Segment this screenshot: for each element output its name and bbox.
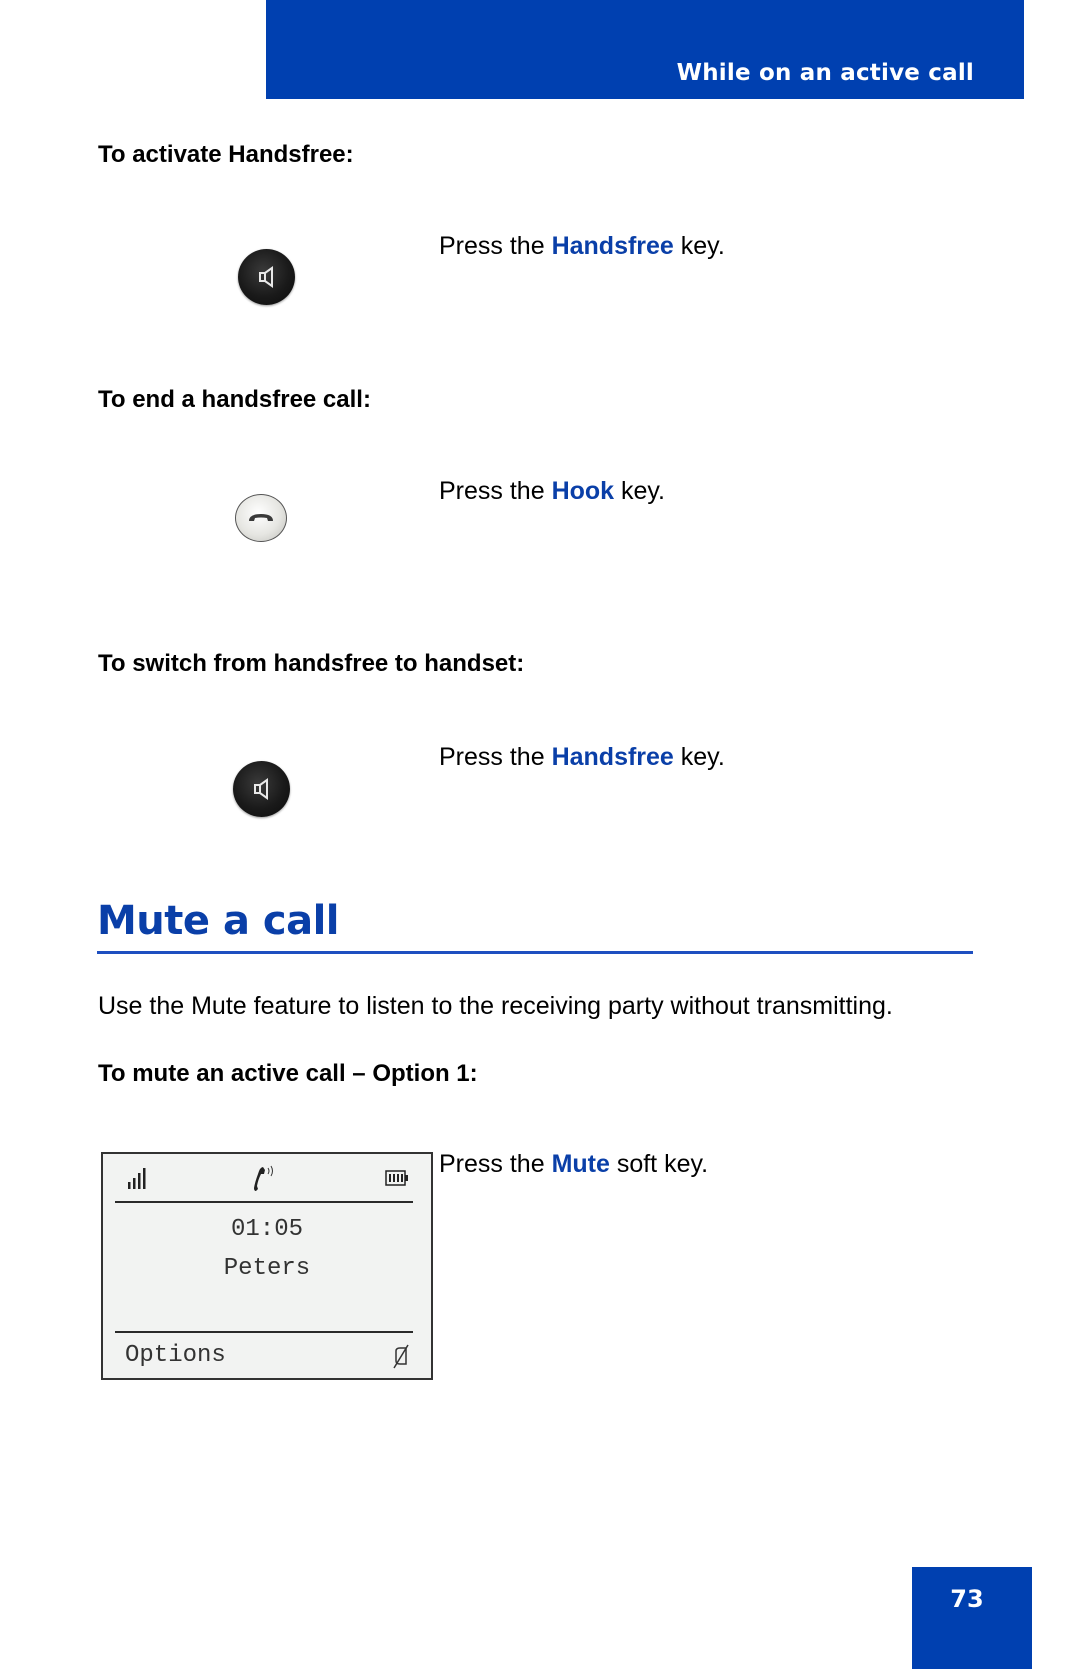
chapter-title: While on an active call <box>676 60 974 86</box>
instruction-text: Press the <box>439 477 552 505</box>
softkey-options[interactable]: Options <box>125 1342 226 1369</box>
speaker-icon <box>258 266 273 288</box>
page-number: 73 <box>950 1585 984 1613</box>
section-description: Use the Mute feature to listen to the re… <box>98 992 893 1020</box>
phone-display-screen: 01:05 Peters Options <box>101 1152 433 1380</box>
instruction-text: soft key. <box>609 1150 709 1178</box>
step-heading-mute-option-1: To mute an active call – Option 1: <box>98 1060 478 1087</box>
instruction-text: key. <box>614 477 666 505</box>
instruction-text: key. <box>673 743 725 771</box>
instruction-activate-handsfree: Press the Handsfree key. <box>439 232 725 261</box>
step-heading-end-handsfree: To end a handsfree call: <box>98 386 371 413</box>
battery-icon <box>385 1170 408 1186</box>
display-bottom-rule <box>115 1331 413 1333</box>
chapter-header-band: While on an active call <box>266 0 1024 99</box>
signal-strength-icon <box>128 1168 146 1189</box>
call-timer: 01:05 <box>230 1216 303 1243</box>
section-divider <box>97 951 973 954</box>
instruction-text: key. <box>673 232 725 260</box>
page-number-box: 73 <box>912 1567 1032 1669</box>
caller-name: Peters <box>223 1255 311 1282</box>
instruction-switch-to-handset: Press the Handsfree key. <box>439 743 725 772</box>
instruction-text: Press the <box>439 232 552 260</box>
step-heading-activate-handsfree: To activate Handsfree: <box>98 141 354 168</box>
speaker-icon <box>253 778 268 800</box>
handsfree-keyword: Handsfree <box>551 743 674 771</box>
handsfree-keyword: Handsfree <box>551 232 674 260</box>
hook-key[interactable] <box>235 494 287 542</box>
step-heading-switch-to-handset: To switch from handsfree to handset: <box>98 650 525 677</box>
display-top-rule <box>115 1201 413 1203</box>
handsfree-key[interactable] <box>233 761 290 817</box>
instruction-text: Press the <box>439 743 552 771</box>
active-call-icon <box>254 1165 273 1191</box>
section-title: Mute a call <box>97 898 340 944</box>
hook-handset-icon <box>249 514 273 521</box>
instruction-text: Press the <box>439 1150 552 1178</box>
handsfree-key[interactable] <box>238 249 295 305</box>
mute-keyword: Mute <box>551 1150 610 1178</box>
mute-icon[interactable] <box>392 1344 410 1370</box>
instruction-end-handsfree: Press the Hook key. <box>439 477 665 506</box>
instruction-mute: Press the Mute soft key. <box>439 1150 708 1179</box>
hook-keyword: Hook <box>551 477 615 505</box>
